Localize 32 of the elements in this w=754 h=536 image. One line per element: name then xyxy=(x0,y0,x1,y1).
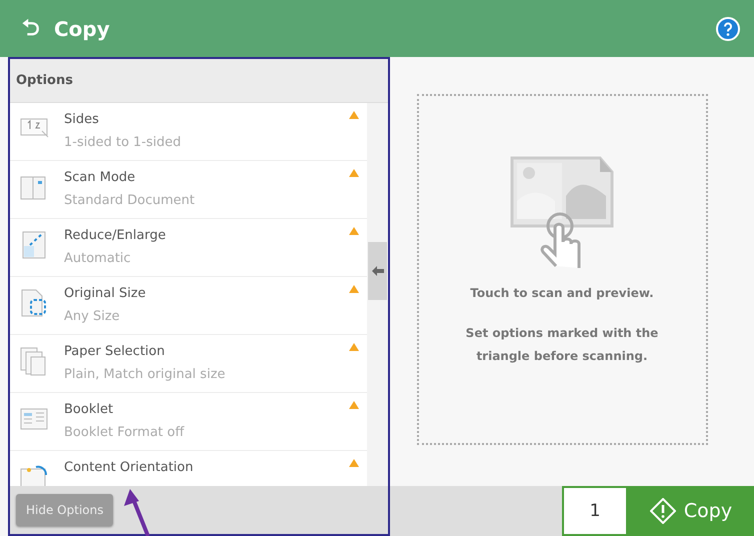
preview-area[interactable]: Touch to scan and preview. Set options marked with the triangle before scanning. xyxy=(416,94,708,445)
option-row[interactable]: Sides 1-sided to 1-sided xyxy=(10,103,367,161)
option-value: Plain, Match original size xyxy=(64,366,226,384)
screen-title: Copy xyxy=(54,16,110,40)
option-title: Original Size xyxy=(64,285,146,303)
options-heading: Options xyxy=(10,59,388,103)
help-icon[interactable] xyxy=(716,16,740,40)
option-row[interactable]: Scan Mode Standard Document xyxy=(10,161,367,219)
option-row[interactable]: Original Size Any Size xyxy=(10,277,367,335)
touch-scan-icon xyxy=(510,156,614,270)
option-value: Automatic xyxy=(64,250,132,268)
start-icon xyxy=(650,498,676,524)
option-title: Paper Selection xyxy=(64,343,166,361)
copies-field[interactable]: 1 xyxy=(562,486,628,536)
option-row[interactable]: Reduce/Enlarge Automatic xyxy=(10,219,367,277)
preview-hint: Touch to scan and preview. xyxy=(470,286,654,300)
option-row[interactable]: Content Orientation xyxy=(10,451,367,486)
annotation-arrow xyxy=(122,488,152,536)
option-value: Booklet Format off xyxy=(64,424,184,442)
option-title: Reduce/Enlarge xyxy=(64,227,166,245)
option-value: 1-sided to 1-sided xyxy=(64,134,182,152)
collapse-handle[interactable] xyxy=(368,242,387,300)
option-value: Any Size xyxy=(64,308,121,326)
option-row[interactable]: Paper Selection Plain, Match original size xyxy=(10,335,367,393)
option-title: Content Orientation xyxy=(64,459,194,477)
option-title: Sides xyxy=(64,111,100,129)
option-title: Booklet xyxy=(64,401,114,419)
preview-note: Set options marked with the triangle before scanning. xyxy=(464,325,660,365)
arrow-icon xyxy=(372,266,384,276)
option-value: Standard Document xyxy=(64,192,195,210)
option-title: Scan Mode xyxy=(64,169,136,187)
option-row[interactable]: Booklet Booklet Format off xyxy=(10,393,367,451)
